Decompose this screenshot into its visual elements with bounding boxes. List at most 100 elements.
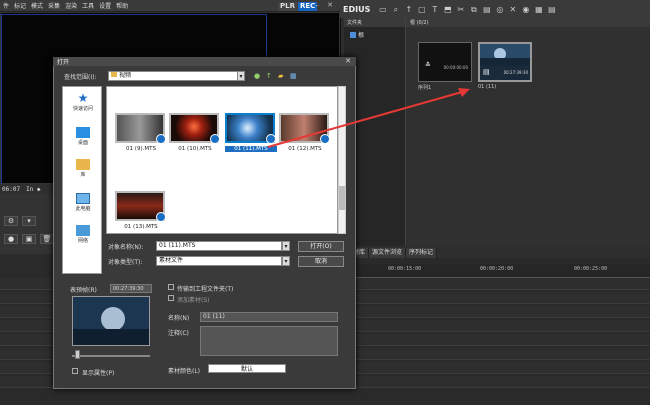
video-clip-icon: ▤ <box>483 68 490 76</box>
bin-toolbar: EDIUS ▭ ⌕ ↑ ▢ T ⬒ ✂ ⧉ ▤ ◎ ✕ ◉ ▦ ▤ <box>340 0 650 18</box>
preview-slider[interactable] <box>72 355 150 357</box>
transfer-checkbox[interactable] <box>168 284 174 290</box>
record-icon[interactable]: ● <box>4 234 18 244</box>
open-button[interactable]: 打开(O) <box>298 241 344 252</box>
file-thumbnail <box>279 113 330 144</box>
clip-caption: 01 (11) <box>478 84 497 90</box>
look-in-select[interactable]: 视频 <box>108 71 238 81</box>
place-label: 桌面 <box>77 140 88 146</box>
menu-file[interactable]: 件 <box>3 1 9 10</box>
clip-01-11[interactable]: ▤ 00:27:39:30 01 (11) <box>478 42 532 92</box>
file-thumbnail <box>115 113 166 144</box>
file-item-selected[interactable]: 01 (11).MTS <box>225 113 277 157</box>
look-in-label: 查找范围(I): <box>64 74 97 81</box>
menu-tools[interactable]: 工具 <box>82 1 94 10</box>
place-library[interactable]: 库 <box>63 159 103 178</box>
file-type-value: 素材文件 <box>159 257 184 264</box>
menu-mode[interactable]: 模式 <box>31 1 43 10</box>
computer-icon <box>76 193 90 204</box>
up-folder-icon[interactable]: ↑ <box>266 72 272 80</box>
tool-icon[interactable]: ▾ <box>22 216 36 226</box>
scrollbar-thumb[interactable] <box>339 186 345 210</box>
file-type-select[interactable]: 素材文件 <box>156 256 282 266</box>
place-this-pc[interactable]: 此电脑 <box>63 193 103 212</box>
search-icon[interactable]: ⌕ <box>391 5 400 14</box>
name-input[interactable]: 01 (11) <box>200 312 338 322</box>
new-folder-icon[interactable]: ▰ <box>278 72 283 80</box>
close-icon[interactable]: ✕ <box>325 1 335 10</box>
chevron-down-icon[interactable]: ▾ <box>282 241 290 251</box>
settings-icon[interactable]: ⚙ <box>4 216 18 226</box>
duration-value: 00:27:39:30 <box>110 284 152 293</box>
chevron-down-icon[interactable]: ▾ <box>237 71 245 81</box>
place-quick-access[interactable]: ★ 快速访问 <box>63 92 103 112</box>
file-item[interactable]: 01 (12).MTS <box>279 113 331 157</box>
preview-slider-handle[interactable] <box>75 350 80 359</box>
menu-settings[interactable]: 设置 <box>99 1 111 10</box>
dialog-title: 打开 <box>57 59 70 66</box>
menu-capture[interactable]: 采集 <box>48 1 60 10</box>
file-item[interactable]: 01 (13).MTS <box>115 191 167 235</box>
folder-root[interactable]: 根 <box>344 27 405 42</box>
properties-icon[interactable]: ◎ <box>495 5 504 14</box>
list-view-icon[interactable]: ▤ <box>547 5 556 14</box>
chevron-down-icon[interactable]: ▾ <box>282 256 290 266</box>
clip-sequence[interactable]: ≛ 00:00:00:00 序列1 <box>418 42 472 92</box>
tab-source-browser[interactable]: 源文件浏览 <box>369 248 407 258</box>
folder-icon[interactable]: ▭ <box>378 5 387 14</box>
file-thumbnail <box>225 113 276 144</box>
menu-help[interactable]: 帮助 <box>116 1 128 10</box>
save-icon[interactable]: ▣ <box>22 234 36 244</box>
file-item[interactable]: 01 (10).MTS <box>169 113 221 157</box>
file-name-input[interactable]: 01 (11).MTS <box>156 241 282 251</box>
clip-caption: 序列1 <box>418 85 432 91</box>
import-icon[interactable]: ⬒ <box>443 5 452 14</box>
copy-icon[interactable]: ⧉ <box>469 5 478 14</box>
new-sequence-icon[interactable]: ▢ <box>417 5 426 14</box>
place-label: 网络 <box>77 238 88 244</box>
edius-file-icon <box>210 134 220 144</box>
file-item[interactable]: 01 (9).MTS <box>115 113 167 157</box>
cancel-button[interactable]: 取消 <box>298 256 344 267</box>
place-label: 此电脑 <box>75 206 91 212</box>
minimize-icon[interactable]: – <box>312 1 322 10</box>
comment-textarea[interactable] <box>200 326 338 356</box>
tab-sequence-marker[interactable]: 序列标记 <box>406 248 438 258</box>
in-point-icon[interactable]: In ◆ <box>26 186 40 193</box>
sequence-icon: ≛ <box>425 61 431 69</box>
timeline-ruler[interactable]: 00:00:15:00 00:00:20:00 00:00:25:00 <box>352 264 650 278</box>
view-menu-icon[interactable]: ▦ <box>290 72 297 80</box>
proxy-checkbox[interactable] <box>168 295 174 301</box>
place-network[interactable]: 网络 <box>63 225 103 244</box>
clip-color-select[interactable]: 默认 <box>208 364 286 373</box>
back-icon[interactable]: ● <box>254 72 260 80</box>
clip-pane-header: 根 (0/2) <box>406 18 650 27</box>
delete-clip-icon[interactable]: ✕ <box>508 5 517 14</box>
edius-file-icon <box>156 212 166 222</box>
view-icon[interactable]: ▦ <box>534 5 543 14</box>
file-list-scrollbar[interactable] <box>338 86 346 234</box>
plr-button[interactable]: PLR <box>278 2 297 11</box>
up-icon[interactable]: ↑ <box>404 5 413 14</box>
text-icon[interactable]: T <box>430 5 439 14</box>
show-properties-label: 显示属性(P) <box>82 370 115 377</box>
place-desktop[interactable]: 桌面 <box>63 127 103 146</box>
show-properties-checkbox[interactable] <box>72 368 78 374</box>
delete-icon[interactable]: 🗑 <box>40 234 54 244</box>
bin-tabs: 素材库 源文件浏览 序列标记 <box>344 248 650 258</box>
info-icon[interactable]: ◉ <box>521 5 530 14</box>
paste-icon[interactable]: ▤ <box>482 5 491 14</box>
menu-render[interactable]: 渲染 <box>65 1 77 10</box>
clip-preview <box>72 296 150 346</box>
duration-label: 表预帧(R) <box>70 287 97 294</box>
clip-thumbnail: ▤ 00:27:39:30 <box>478 42 532 82</box>
places-bar: ★ 快速访问 桌面 库 此电脑 网络 <box>62 86 102 274</box>
close-icon[interactable]: ✕ <box>342 57 354 66</box>
ruler-mark: 00:00:15:00 <box>388 266 422 272</box>
menu-marker[interactable]: 标记 <box>14 1 26 10</box>
dialog-title-bar: 打开 <box>53 57 356 66</box>
library-icon <box>76 159 90 170</box>
file-thumbnail <box>115 191 166 222</box>
color-label: 素材颜色(L) <box>168 368 201 375</box>
cut-icon[interactable]: ✂ <box>456 5 465 14</box>
